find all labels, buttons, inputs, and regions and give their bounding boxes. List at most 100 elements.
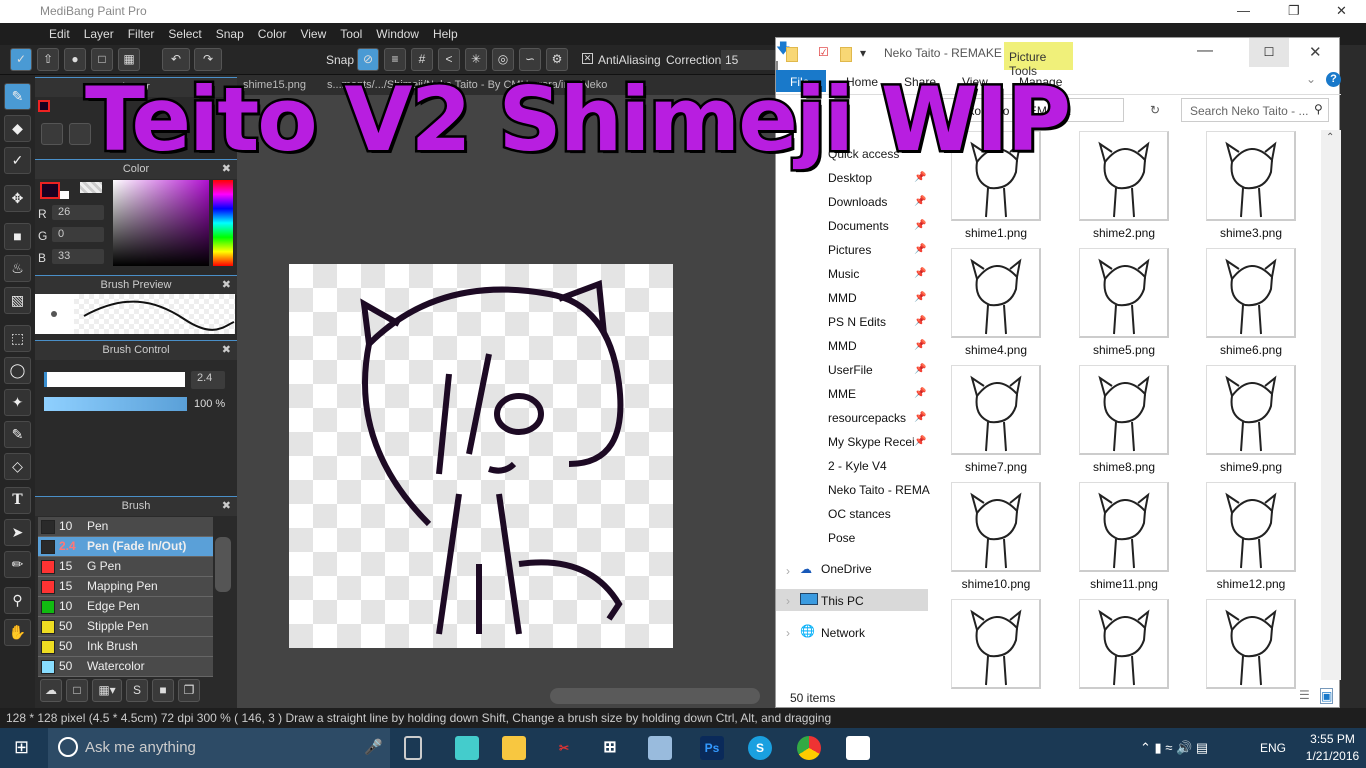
file-name[interactable]: shime7.png	[941, 460, 1051, 474]
minimize-button[interactable]: —	[1197, 42, 1213, 60]
menu-layer[interactable]: Layer	[77, 23, 121, 45]
select-eraser-tool-icon[interactable]: ◇	[4, 453, 31, 480]
file-thumbnail[interactable]	[951, 248, 1041, 338]
refresh-icon[interactable]: ↻	[1150, 103, 1160, 117]
file-name[interactable]: shime3.png	[1196, 226, 1306, 240]
eyedropper-tool-icon[interactable]: ⚲	[4, 587, 31, 614]
pin-icon[interactable]: 📌	[914, 436, 926, 447]
file-thumbnail[interactable]	[1079, 248, 1169, 338]
brush-list-scrollbar[interactable]	[215, 537, 231, 592]
comment-icon[interactable]: ●	[64, 48, 86, 71]
brush-item[interactable]: 50 Watercolor	[38, 657, 213, 677]
divide-tool-icon[interactable]: ✏	[4, 551, 31, 578]
file-thumbnail[interactable]	[951, 482, 1041, 572]
search-input[interactable]: Search Neko Taito - ...	[1181, 98, 1329, 122]
dot-pen-tool-icon[interactable]: ✓	[4, 147, 31, 174]
pin-icon[interactable]: 📌	[914, 364, 926, 375]
brush-size-slider[interactable]	[44, 372, 185, 387]
g-input[interactable]: 0	[52, 227, 104, 242]
drawing-canvas[interactable]	[289, 264, 673, 648]
file-thumbnail[interactable]	[951, 365, 1041, 455]
menu-color[interactable]: Color	[251, 23, 294, 45]
file-grid-scrollbar[interactable]: ⌃	[1321, 130, 1341, 680]
antialiasing-checkbox[interactable]: ✕	[582, 53, 593, 64]
expand-icon[interactable]: ›	[786, 626, 790, 640]
mmd-app-icon[interactable]	[455, 736, 479, 760]
brush-item[interactable]: 15 Mapping Pen	[38, 577, 213, 597]
file-thumbnail[interactable]	[1206, 599, 1296, 689]
background-color-swatch[interactable]	[60, 191, 69, 199]
microphone-icon[interactable]: 🎤	[364, 738, 383, 756]
clock-date[interactable]: 1/21/2016	[1305, 749, 1360, 763]
pin-icon[interactable]: 📌	[914, 316, 926, 327]
language-indicator[interactable]: ENG	[1260, 741, 1286, 755]
transparent-color-swatch[interactable]	[80, 182, 102, 193]
export-icon[interactable]: ⇧	[37, 48, 59, 71]
hue-slider[interactable]	[213, 180, 233, 266]
magic-wand-tool-icon[interactable]: ✦	[4, 389, 31, 416]
nav-onedrive[interactable]: OneDrive	[821, 562, 872, 576]
brush-script-icon[interactable]: S	[126, 679, 148, 702]
pin-icon[interactable]: 📌	[914, 340, 926, 351]
new-brush-icon[interactable]: □	[66, 679, 88, 702]
eraser-tool-icon[interactable]: ◆	[4, 115, 31, 142]
store-icon[interactable]: ⊞	[598, 736, 622, 760]
file-name[interactable]: shime11.png	[1069, 577, 1179, 591]
maximize-button[interactable]: ☐	[1249, 38, 1289, 67]
file-thumbnail[interactable]	[1079, 482, 1169, 572]
file-thumbnail[interactable]	[951, 599, 1041, 689]
properties-icon[interactable]: ☑	[818, 45, 829, 59]
lasso-tool-icon[interactable]: ◯	[4, 357, 31, 384]
duplicate-brush-icon[interactable]: ❐	[178, 679, 200, 702]
file-explorer-taskbar-icon[interactable]	[502, 736, 526, 760]
menu-window[interactable]: Window	[369, 23, 426, 45]
pin-icon[interactable]: 📌	[914, 244, 926, 255]
file-thumbnail[interactable]	[1206, 482, 1296, 572]
file-name[interactable]: shime5.png	[1069, 343, 1179, 357]
file-name[interactable]: shime10.png	[941, 577, 1051, 591]
help-icon[interactable]: ?	[1326, 72, 1341, 87]
file-name[interactable]: shime4.png	[941, 343, 1051, 357]
close-button[interactable]: ✕	[1309, 43, 1322, 61]
pin-icon[interactable]: 📌	[914, 268, 926, 279]
correction-input[interactable]: 15	[721, 50, 775, 70]
select-rect-tool-icon[interactable]: ⬚	[4, 325, 31, 352]
pin-icon[interactable]: 📌	[914, 412, 926, 423]
snipping-tool-icon[interactable]: ✂	[552, 736, 576, 760]
menu-select[interactable]: Select	[161, 23, 208, 45]
pin-icon[interactable]: 📌	[914, 388, 926, 399]
move-tool-icon[interactable]: ✥	[4, 185, 31, 212]
b-input[interactable]: 33	[52, 249, 104, 264]
saturation-value-picker[interactable]	[113, 180, 209, 266]
expand-icon[interactable]: ›	[786, 594, 790, 608]
new-layer-icon[interactable]	[41, 123, 63, 145]
large-icons-view-icon[interactable]: ▣	[1320, 688, 1334, 704]
brush-size-input[interactable]: 2.4	[191, 371, 225, 389]
foreground-color-swatch[interactable]	[40, 182, 60, 199]
cloud-brush-icon[interactable]: ☁	[40, 679, 62, 702]
nav-network[interactable]: Network	[821, 626, 865, 640]
brush-item[interactable]: 50 Ink Brush	[38, 637, 213, 657]
pin-icon[interactable]: 📌	[914, 220, 926, 231]
brush-item[interactable]: 10 Edge Pen	[38, 597, 213, 617]
chrome-icon[interactable]	[797, 736, 821, 760]
cortana-search[interactable]: Ask me anything 🎤	[48, 728, 390, 768]
pin-icon[interactable]: 📌	[914, 172, 926, 183]
menu-filter[interactable]: Filter	[121, 23, 162, 45]
show-hidden-icons[interactable]: ⌃ ▮ ≈ 🔊 ▤	[1140, 740, 1208, 756]
file-name[interactable]: shime9.png	[1196, 460, 1306, 474]
text-tool-icon[interactable]: T	[4, 487, 31, 514]
menu-tool[interactable]: Tool	[333, 23, 369, 45]
file-name[interactable]: shime6.png	[1196, 343, 1306, 357]
r-input[interactable]: 26	[52, 205, 104, 220]
close-icon[interactable]: ✖	[222, 276, 231, 295]
file-name[interactable]: shime1.png	[941, 226, 1051, 240]
task-view-icon[interactable]	[404, 736, 422, 760]
select-pen-tool-icon[interactable]: ✎	[4, 421, 31, 448]
photoshop-icon[interactable]: Ps	[700, 736, 724, 760]
brush-folder-icon[interactable]: ■	[152, 679, 174, 702]
minimize-button[interactable]: —	[1237, 3, 1250, 18]
bucket-tool-icon[interactable]: ♨	[4, 255, 31, 282]
brush-item[interactable]: 50 Stipple Pen	[38, 617, 213, 637]
pin-icon[interactable]: 📌	[914, 196, 926, 207]
